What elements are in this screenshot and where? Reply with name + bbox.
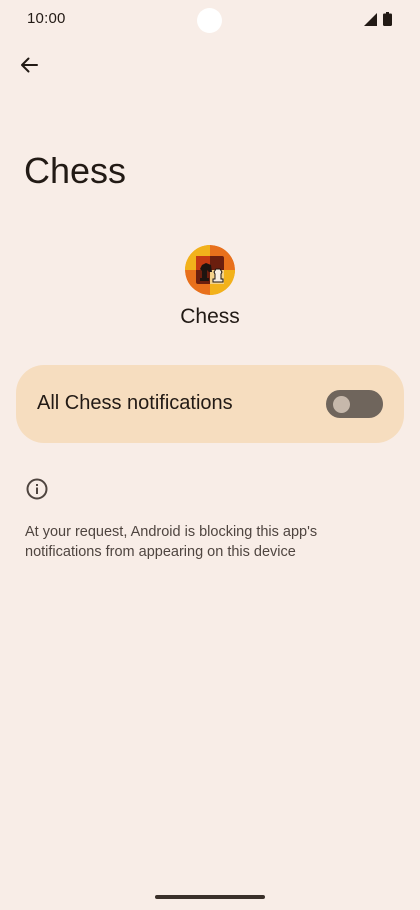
camera-cutout bbox=[197, 8, 222, 33]
info-icon bbox=[25, 477, 49, 501]
switch-thumb bbox=[333, 395, 350, 413]
chess-app-icon bbox=[185, 245, 235, 295]
status-icons bbox=[364, 12, 392, 31]
app-name: Chess bbox=[180, 305, 240, 328]
blocked-info-text: At your request, Android is blocking thi… bbox=[25, 524, 318, 560]
status-bar: 10:00 bbox=[0, 0, 420, 40]
notifications-switch[interactable] bbox=[326, 390, 383, 418]
battery-icon bbox=[383, 12, 392, 31]
signal-icon bbox=[364, 12, 377, 31]
gesture-nav-handle[interactable] bbox=[155, 895, 265, 899]
status-time: 10:00 bbox=[27, 10, 66, 27]
page-title: Chess bbox=[24, 150, 127, 191]
all-notifications-toggle-row[interactable]: All Chess notifications bbox=[16, 365, 404, 443]
arrow-back-icon bbox=[19, 55, 39, 80]
back-button[interactable] bbox=[12, 50, 46, 84]
toggle-label: All Chess notifications bbox=[37, 392, 233, 414]
